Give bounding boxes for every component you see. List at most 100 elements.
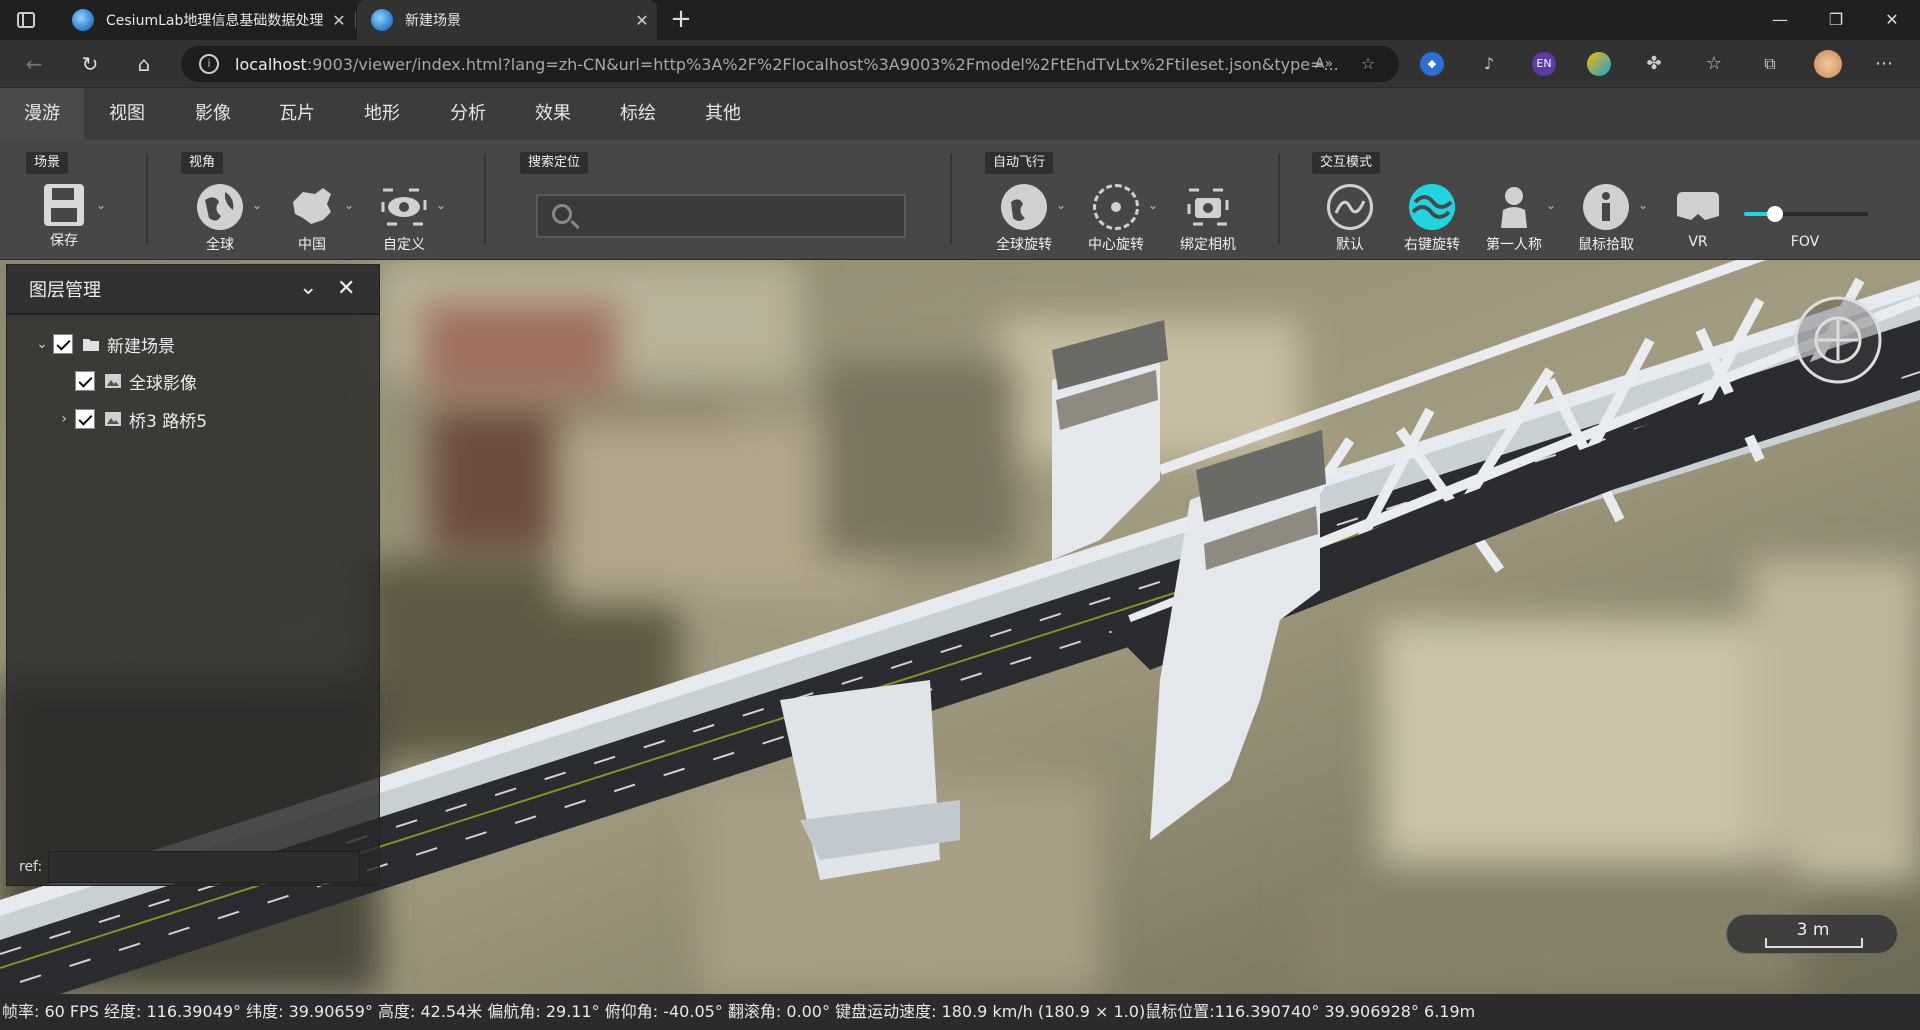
browser-tab-strip: CesiumLab地理信息基础数据处理 ✕ 新建场景 ✕ + — ❐ ✕ [0, 0, 1920, 40]
globe-rotate-button[interactable]: ⌄ 全球旋转 [984, 184, 1066, 254]
menu-tiles[interactable]: 瓦片 [262, 88, 332, 140]
chevron-down-icon[interactable]: ⌄ [1148, 198, 1158, 212]
extensions-puzzle-icon[interactable]: ✤ [1642, 52, 1666, 76]
add-favorite-icon[interactable]: ☆ [1356, 52, 1380, 76]
layer-checkbox[interactable] [75, 409, 95, 429]
view-china-button[interactable]: ⌄ 中国 [272, 184, 354, 254]
save-button[interactable]: ⌄ 保存 [24, 184, 106, 254]
menu-imagery[interactable]: 影像 [178, 88, 248, 140]
browser-tab-new-scene[interactable]: 新建场景 ✕ [357, 0, 657, 40]
ref-row: ref: [19, 851, 361, 883]
bind-camera-button[interactable]: 绑定相机 [1168, 184, 1248, 254]
toolbar-divider [950, 154, 952, 244]
chevron-down-icon[interactable]: ⌄ [1056, 198, 1066, 212]
search-location-input[interactable] [536, 194, 906, 238]
chevron-right-icon[interactable]: › [53, 411, 75, 427]
ref-label: ref: [19, 859, 43, 875]
restore-button[interactable]: ❐ [1808, 0, 1864, 40]
read-aloud-icon[interactable]: A» [1312, 52, 1336, 76]
chevron-down-icon[interactable]: ⌄ [436, 198, 446, 212]
back-button[interactable]: ← [18, 48, 50, 80]
menu-analysis[interactable]: 分析 [433, 88, 503, 140]
refresh-button[interactable]: ↻ [74, 48, 106, 80]
close-window-button[interactable]: ✕ [1864, 0, 1920, 40]
mode-right-rotate-button[interactable]: 右键旋转 [1392, 184, 1472, 254]
fov-slider[interactable] [1744, 202, 1868, 226]
center-rotate-icon [1093, 184, 1139, 230]
save-disk-icon [44, 184, 84, 226]
info-icon [1583, 184, 1629, 230]
close-panel-icon[interactable]: ✕ [337, 276, 355, 301]
close-tab-icon[interactable]: ✕ [324, 11, 354, 30]
chevron-down-icon[interactable]: ⌄ [252, 198, 262, 212]
group-label-view: 视角 [181, 152, 224, 174]
view-custom-button[interactable]: ⌄ 自定义 [364, 184, 446, 254]
close-tab-icon[interactable]: ✕ [627, 11, 657, 30]
layer-checkbox[interactable] [75, 371, 95, 391]
app-menu-bar: 漫游 视图 影像 瓦片 地形 分析 效果 标绘 其他 [0, 88, 1920, 140]
mode-mouse-pick-button[interactable]: ⌄ 鼠标拾取 [1566, 184, 1648, 254]
url-input[interactable]: i localhost:9003/viewer/index.html?lang=… [181, 46, 1399, 82]
profile-avatar[interactable] [1814, 50, 1842, 78]
fov-label: FOV [1790, 234, 1820, 250]
center-rotate-label: 中心旋转 [1088, 237, 1144, 253]
menu-effects[interactable]: 效果 [518, 88, 588, 140]
layer-manager-panel: 图层管理 ⌄ ✕ ⌄ 新建场景 全球影像 › 桥3 路桥5 ref: [6, 264, 380, 886]
menu-terrain[interactable]: 地形 [347, 88, 417, 140]
distance-scale-bar: 3 m [1726, 914, 1898, 954]
navigation-compass [1794, 296, 1882, 384]
menu-view[interactable]: 视图 [92, 88, 162, 140]
image-layer-icon [105, 374, 121, 388]
china-map-icon [289, 184, 335, 230]
mode-first-person-button[interactable]: ⌄ 第一人称 [1474, 184, 1556, 254]
menu-other[interactable]: 其他 [688, 88, 758, 140]
scale-label: 3 m [1796, 920, 1830, 940]
layer-checkbox[interactable] [53, 334, 73, 354]
right-rotate-label: 右键旋转 [1404, 237, 1460, 253]
site-info-icon[interactable]: i [199, 54, 219, 74]
vr-button[interactable]: VR [1658, 184, 1738, 254]
camera-link-icon [1185, 184, 1231, 230]
globe-rotate-label: 全球旋转 [996, 237, 1052, 253]
browser-tab-cesiumlab[interactable]: CesiumLab地理信息基础数据处理 ✕ [58, 0, 354, 40]
default-mode-icon [1327, 184, 1373, 230]
scale-ruler [1765, 938, 1863, 948]
chevron-down-icon[interactable]: ⌄ [344, 198, 354, 212]
tree-node-scene[interactable]: ⌄ 新建场景 [31, 329, 175, 359]
collapse-chevron-icon[interactable]: ⌄ [299, 275, 317, 300]
extension-bell-icon[interactable]: ♪ [1477, 52, 1501, 76]
new-tab-button[interactable]: + [665, 4, 697, 36]
favorites-icon[interactable]: ☆ [1702, 52, 1726, 76]
tree-node-global-imagery[interactable]: 全球影像 [75, 366, 197, 396]
more-menu-icon[interactable]: ⋯ [1872, 52, 1896, 76]
extension-color-icon[interactable] [1587, 52, 1611, 76]
toolbar-ribbon: 场景 视角 搜索定位 自动飞行 交互模式 ⌄ 保存 ⌄ 全球 ⌄ 中国 ⌄ 自定… [0, 140, 1920, 260]
globe-rotate-icon [1001, 184, 1047, 230]
center-rotate-button[interactable]: ⌄ 中心旋转 [1076, 184, 1158, 254]
chevron-down-icon[interactable]: ⌄ [31, 336, 53, 352]
tree-node-bridge-model[interactable]: › 桥3 路桥5 [53, 404, 207, 434]
collections-icon[interactable]: ⧉ [1758, 52, 1782, 76]
tab-title: CesiumLab地理信息基础数据处理 [106, 13, 324, 29]
chevron-down-icon[interactable]: ⌄ [96, 198, 106, 212]
chevron-down-icon[interactable]: ⌄ [1546, 198, 1556, 212]
extension-shield-icon[interactable]: ◆ [1420, 52, 1444, 76]
ref-input[interactable] [48, 851, 361, 883]
vr-headset-icon [1675, 184, 1721, 230]
mouse-pick-label: 鼠标拾取 [1578, 237, 1634, 253]
minimize-button[interactable]: — [1752, 0, 1808, 40]
cesium-favicon-icon [371, 9, 393, 31]
extension-translate-icon[interactable]: EN [1532, 52, 1556, 76]
fov-slider-thumb[interactable] [1767, 206, 1783, 222]
save-label: 保存 [50, 233, 78, 249]
menu-roam[interactable]: 漫游 [0, 88, 84, 140]
tree-node-label: 新建场景 [107, 336, 175, 357]
menu-plot[interactable]: 标绘 [603, 88, 673, 140]
tab-actions-icon[interactable] [14, 8, 38, 32]
home-button[interactable]: ⌂ [128, 48, 160, 80]
mode-default-button[interactable]: 默认 [1310, 184, 1390, 254]
view-globe-button[interactable]: ⌄ 全球 [180, 184, 262, 254]
china-label: 中国 [298, 237, 326, 253]
chevron-down-icon[interactable]: ⌄ [1638, 198, 1648, 212]
status-bar: 帧率: 60 FPS 经度: 116.39049° 纬度: 39.90659° … [0, 994, 1920, 1030]
